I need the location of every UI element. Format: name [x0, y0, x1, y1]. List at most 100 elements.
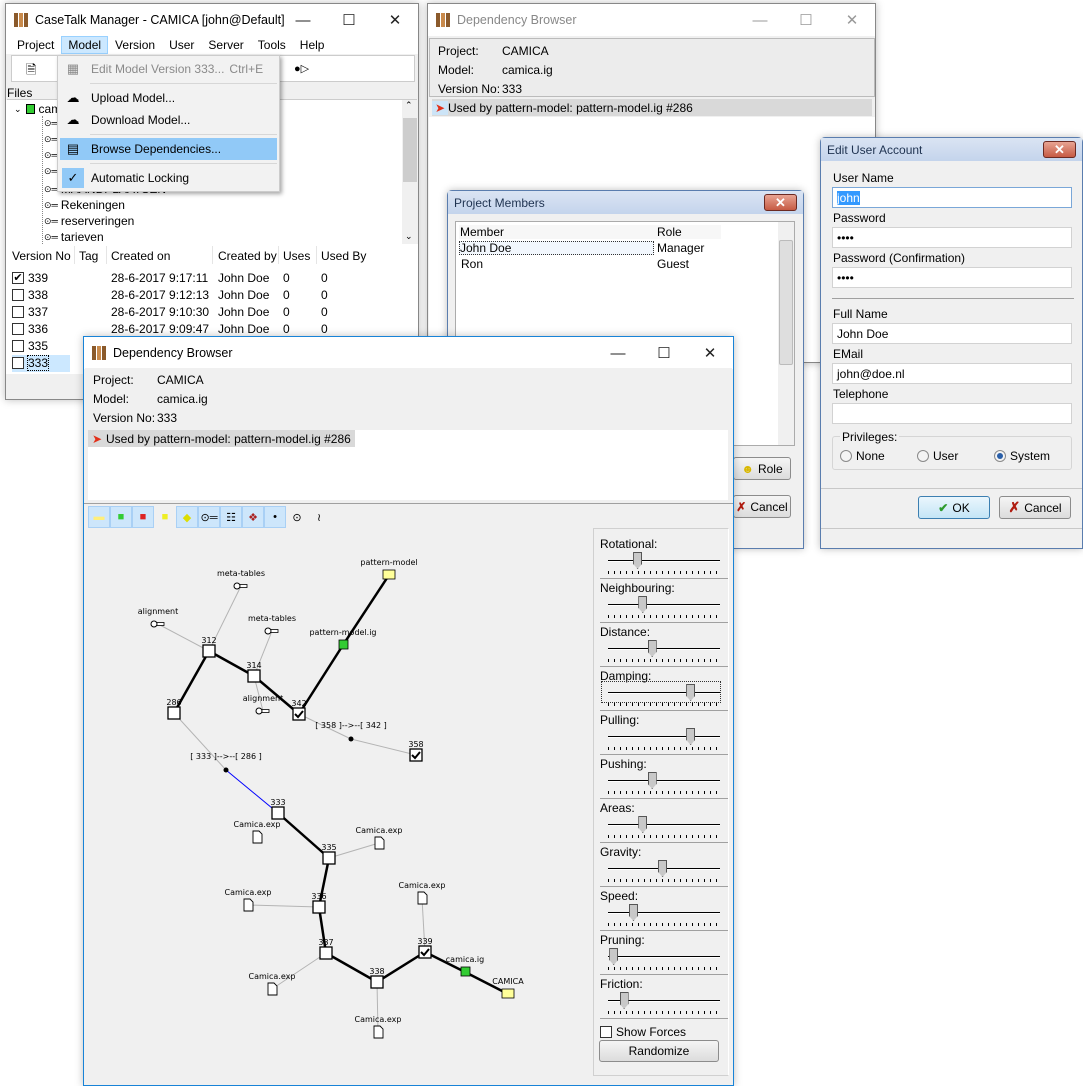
graph-node-document[interactable]: Camica.exp	[249, 972, 296, 996]
menu-tools[interactable]: Tools	[251, 36, 293, 54]
graph-node-document[interactable]: Camica.exp	[234, 820, 281, 844]
privilege-none-radio[interactable]: None	[840, 449, 885, 463]
slider-thumb[interactable]	[633, 552, 643, 569]
telephone-input[interactable]	[832, 403, 1072, 424]
graph-node-version[interactable]: 312	[201, 636, 217, 658]
menu-project[interactable]: Project	[10, 36, 61, 54]
column-header[interactable]: Created on	[111, 249, 170, 263]
version-checkbox[interactable]: ✔	[12, 272, 24, 284]
graph-node-version[interactable]: 338	[369, 967, 385, 989]
slider-distance[interactable]: Distance:	[600, 625, 728, 669]
slider-thumb[interactable]	[658, 860, 668, 877]
maximize-button[interactable]: ☐	[641, 337, 687, 369]
graph-node-key[interactable]: alignment	[138, 607, 178, 628]
randomize-button[interactable]: Randomize	[599, 1040, 719, 1062]
menu-user[interactable]: User	[162, 36, 201, 54]
minimize-button[interactable]: —	[595, 337, 641, 369]
graph-node-key[interactable]: meta-tables	[248, 614, 296, 635]
folder-icon[interactable]: ▬	[88, 506, 110, 528]
slider-pruning[interactable]: Pruning:	[600, 933, 728, 977]
graph-node-model-green[interactable]: pattern-model.ig	[309, 628, 377, 650]
graph-node-version[interactable]: 286	[166, 698, 182, 720]
slider-thumb[interactable]	[638, 596, 648, 613]
graph-node-document[interactable]: Camica.exp	[399, 881, 446, 905]
tree-item[interactable]: ⊙═ reserveringen	[44, 214, 134, 228]
plug-icon[interactable]: ●▷	[294, 62, 309, 75]
menu-version[interactable]: Version	[108, 36, 162, 54]
close-button[interactable]: ✕	[764, 194, 797, 211]
dependency-graph[interactable]: pattern-model pattern-model.ig meta-tables…	[86, 526, 590, 1081]
document-icon[interactable]: ☷	[220, 506, 242, 528]
column-header[interactable]: Uses	[283, 249, 310, 263]
menu-item-download-model[interactable]: ☁ Download Model...	[60, 109, 277, 131]
tree-scrollbar[interactable]: ⌃ ⌄	[402, 100, 418, 244]
column-header[interactable]: Created by	[218, 249, 277, 263]
red-model-icon[interactable]: ■	[132, 506, 154, 528]
slider-damping[interactable]: Damping:	[600, 669, 728, 713]
ok-button[interactable]: ✔ OK	[918, 496, 990, 519]
graph-node-version-checked[interactable]: 339	[417, 937, 433, 959]
cancel-button[interactable]: ✗ Cancel	[999, 496, 1071, 519]
slider-pushing[interactable]: Pushing:	[600, 757, 728, 801]
slider-thumb[interactable]	[609, 948, 619, 965]
dot-icon[interactable]: •	[264, 506, 286, 528]
slider-gravity[interactable]: Gravity:	[600, 845, 728, 889]
slider-thumb[interactable]	[686, 728, 696, 745]
version-row[interactable]: 337 28-6-2017 9:10:30 John Doe 0 0	[12, 304, 412, 321]
user-name-input[interactable]: john	[832, 187, 1072, 208]
slider-neighbouring[interactable]: Neighbouring:	[600, 581, 728, 625]
slider-rotational[interactable]: Rotational:	[600, 537, 728, 581]
slider-pulling[interactable]: Pulling:	[600, 713, 728, 757]
graph-node-dependency[interactable]: [ 333 ]-->--[ 286 ]	[190, 752, 262, 773]
version-row[interactable]: 338 28-6-2017 9:12:13 John Doe 0 0	[12, 287, 412, 304]
close-button[interactable]: ✕	[687, 337, 733, 369]
graph-node-version[interactable]: 335	[321, 843, 337, 865]
menu-item-upload-model[interactable]: ☁ Upload Model...	[60, 87, 277, 109]
graph-node-document[interactable]: Camica.exp	[355, 1015, 402, 1039]
graph-node-version[interactable]: 337	[318, 938, 334, 960]
slider-thumb[interactable]	[628, 904, 638, 921]
tag-icon[interactable]: ◆	[176, 506, 198, 528]
new-icon[interactable]: 🗎	[26, 61, 36, 83]
maximize-button[interactable]: ☐	[783, 4, 829, 36]
full-name-input[interactable]: John Doe	[832, 323, 1072, 344]
column-header[interactable]: Used By	[321, 249, 366, 263]
graph-node-version[interactable]: 336	[311, 892, 327, 914]
menu-model[interactable]: Model	[61, 36, 109, 54]
version-checkbox[interactable]	[12, 357, 24, 369]
graph-node-version-checked[interactable]: 358	[408, 740, 424, 762]
graph-node-key[interactable]: meta-tables	[217, 569, 265, 590]
column-header[interactable]: Version No	[12, 249, 71, 263]
menu-item-browse-dependencies[interactable]: ▤ Browse Dependencies...	[60, 138, 277, 160]
menu-server[interactable]: Server	[201, 36, 250, 54]
column-header[interactable]: Tag	[79, 249, 98, 263]
minimize-button[interactable]: —	[737, 4, 783, 36]
slider-friction[interactable]: Friction:	[600, 977, 728, 1021]
used-by-list[interactable]: ➤ Used by pattern-model: pattern-model.i…	[88, 430, 728, 500]
chevron-down-icon[interactable]: ⌄	[14, 104, 22, 115]
password-input[interactable]: ••••	[832, 227, 1072, 248]
tree-item[interactable]: ⊙═ tarieven	[44, 230, 104, 244]
slider-thumb[interactable]	[647, 640, 657, 657]
slider-speed[interactable]: Speed:	[600, 889, 728, 933]
graph-node-document[interactable]: Camica.exp	[225, 888, 272, 912]
version-checkbox[interactable]	[12, 306, 24, 318]
graph-node-document[interactable]: Camica.exp	[356, 826, 403, 850]
menu-item-automatic-locking[interactable]: ✓ Automatic Locking	[60, 167, 277, 189]
version-checkbox[interactable]	[12, 289, 24, 301]
slider-thumb[interactable]	[647, 772, 657, 789]
privilege-user-radio[interactable]: User	[917, 449, 958, 463]
tree-item[interactable]: ⊙═ Rekeningen	[44, 198, 125, 212]
email-input[interactable]: john@doe.nl	[832, 363, 1072, 384]
minimize-button[interactable]: —	[280, 4, 326, 36]
palette-icon[interactable]: ❖	[242, 506, 264, 528]
column-header-role[interactable]: Role	[657, 225, 682, 239]
graph-node-dependency[interactable]: [ 358 ]-->--[ 342 ]	[315, 721, 387, 742]
graph-node-version[interactable]: 314	[246, 661, 262, 683]
menu-item-edit-model-version-333[interactable]: ▦ Edit Model Version 333... Ctrl+E	[60, 58, 277, 80]
used-by-item[interactable]: ➤ Used by pattern-model: pattern-model.i…	[432, 99, 872, 116]
yellow-model-icon[interactable]: ■	[154, 506, 176, 528]
slider-thumb[interactable]	[638, 816, 648, 833]
list-scrollbar[interactable]	[778, 222, 794, 445]
slider-areas[interactable]: Areas:	[600, 801, 728, 845]
